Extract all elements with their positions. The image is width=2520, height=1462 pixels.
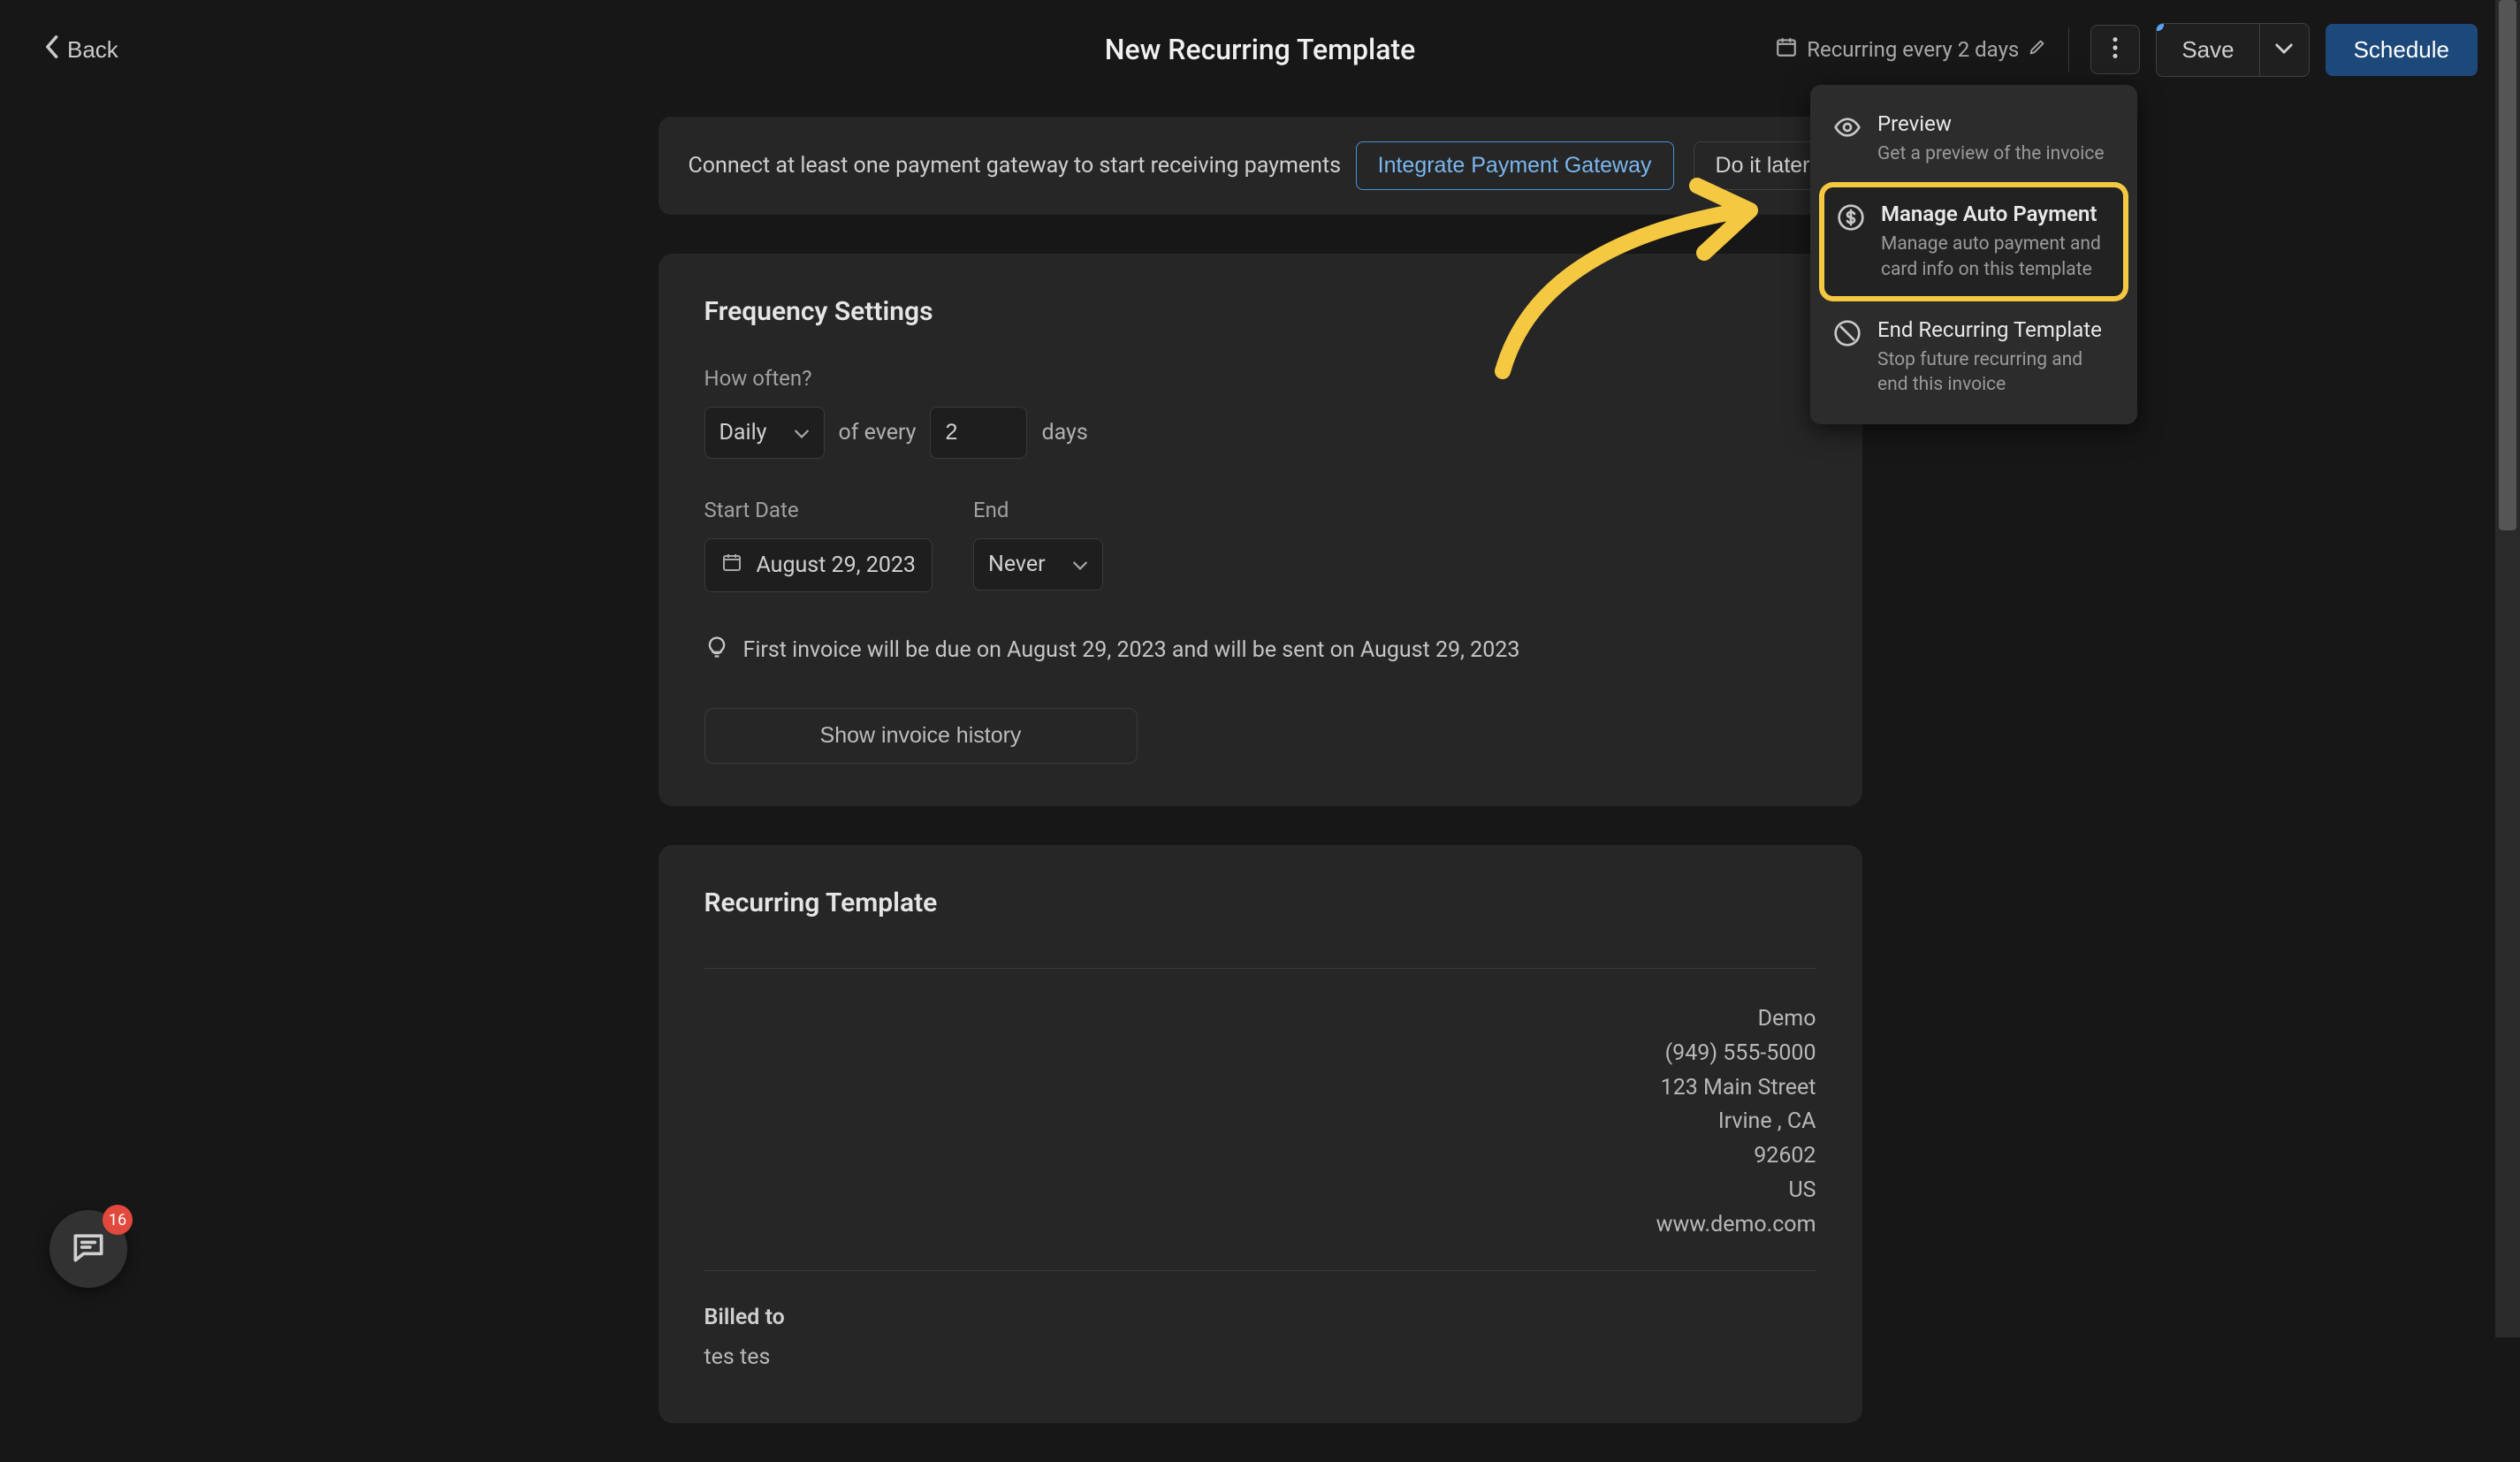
panel-title: Recurring Template (704, 887, 1816, 918)
of-every-text: of every (839, 420, 917, 445)
how-often-label: How often? (704, 366, 1816, 391)
first-invoice-hint: First invoice will be due on August 29, … (704, 635, 1816, 666)
more-actions-menu: Preview Get a preview of the invoice Man… (1810, 85, 2137, 424)
frequency-select-value: Daily (719, 420, 767, 445)
schedule-button[interactable]: Schedule (2326, 24, 2478, 76)
more-button[interactable] (2090, 25, 2140, 74)
end-label: End (973, 498, 1103, 522)
chevron-down-icon (1072, 552, 1088, 577)
integrate-gateway-button[interactable]: Integrate Payment Gateway (1356, 141, 1674, 190)
frequency-unit-text: days (1041, 420, 1087, 445)
save-dropdown-toggle[interactable] (2259, 24, 2309, 76)
company-website: www.demo.com (704, 1208, 1816, 1243)
start-date-value: August 29, 2023 (757, 552, 916, 578)
menu-item-end-recurring[interactable]: End Recurring Template Stop future recur… (1821, 303, 2127, 412)
menu-desc: Manage auto payment and card info on thi… (1881, 232, 2111, 282)
eye-icon (1833, 113, 1861, 141)
save-split-button: Save (2156, 23, 2309, 77)
hint-text: First invoice will be due on August 29, … (743, 637, 1520, 663)
recurring-summary: Recurring every 2 days (1775, 35, 2047, 64)
frequency-select[interactable]: Daily (704, 407, 825, 459)
menu-title: End Recurring Template (1877, 317, 2114, 342)
page-title: New Recurring Template (1105, 33, 1416, 66)
company-zip: 92602 (704, 1139, 1816, 1174)
end-select-value: Never (988, 552, 1046, 577)
kebab-icon (2112, 35, 2119, 64)
chevron-down-icon (794, 420, 810, 445)
header-bar: Back New Recurring Template Recurring ev… (0, 0, 2520, 99)
show-history-button[interactable]: Show invoice history (704, 708, 1138, 764)
panel-title: Frequency Settings (704, 296, 1816, 327)
header-actions: Recurring every 2 days Save Schedule (1775, 23, 2478, 77)
billed-to-label: Billed to (704, 1305, 1816, 1330)
save-button[interactable]: Save (2157, 24, 2258, 76)
company-city-state: Irvine , CA (704, 1105, 1816, 1139)
divider (704, 1270, 1816, 1271)
frequency-number-input[interactable] (930, 407, 1027, 459)
chevron-left-icon (42, 34, 60, 65)
billed-to-name: tes tes (704, 1344, 1816, 1370)
menu-desc: Stop future recurring and end this invoi… (1877, 347, 2114, 398)
menu-item-preview[interactable]: Preview Get a preview of the invoice (1821, 97, 2127, 180)
alert-text: Connect at least one payment gateway to … (689, 153, 1342, 179)
company-phone: (949) 555-5000 (704, 1037, 1816, 1071)
chat-badge: 16 (103, 1205, 133, 1235)
menu-desc: Get a preview of the invoice (1877, 141, 2104, 166)
company-street: 123 Main Street (704, 1071, 1816, 1106)
menu-title: Preview (1877, 111, 2104, 136)
back-label: Back (67, 36, 118, 64)
lightbulb-icon (704, 635, 729, 666)
chat-widget-button[interactable]: 16 (49, 1210, 127, 1288)
recurring-template-panel: Recurring Template Demo (949) 555-5000 1… (659, 845, 1862, 1423)
company-block: Demo (949) 555-5000 123 Main Street Irvi… (704, 1002, 1816, 1242)
frequency-panel: Frequency Settings How often? Daily of e… (659, 254, 1862, 806)
connect-gateway-alert: Connect at least one payment gateway to … (659, 117, 1862, 215)
company-country: US (704, 1174, 1816, 1208)
divider (704, 968, 1816, 969)
company-name: Demo (704, 1002, 1816, 1037)
start-date-input[interactable]: August 29, 2023 (704, 538, 933, 592)
start-date-label: Start Date (704, 498, 933, 522)
scrollbar[interactable] (2495, 0, 2520, 1337)
menu-item-auto-payment[interactable]: Manage Auto Payment Manage auto payment … (1824, 187, 2123, 296)
scrollbar-thumb[interactable] (2499, 0, 2516, 530)
divider (2068, 27, 2069, 72)
chevron-down-icon (2274, 42, 2294, 58)
stop-circle-icon (1833, 319, 1861, 347)
calendar-icon (721, 552, 742, 579)
menu-title: Manage Auto Payment (1881, 202, 2111, 226)
recurring-summary-text: Recurring every 2 days (1807, 37, 2019, 62)
back-button[interactable]: Back (42, 34, 118, 65)
dollar-circle-icon (1837, 203, 1865, 232)
edit-recurring-icon[interactable] (2028, 37, 2047, 62)
calendar-icon (1775, 35, 1798, 64)
end-select[interactable]: Never (973, 538, 1103, 590)
chat-icon (69, 1228, 108, 1270)
